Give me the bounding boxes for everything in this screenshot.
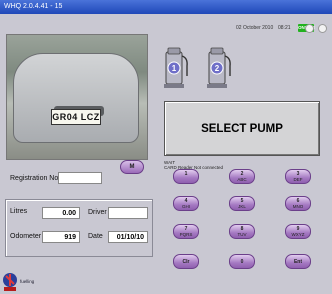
status-indicator-2 (318, 24, 327, 33)
m-button[interactable]: M (120, 160, 144, 174)
key-letters: ABC (237, 177, 247, 182)
key-letters: JKL (238, 204, 246, 209)
keypad-clear-button[interactable]: Clr (173, 254, 199, 269)
pump-message-display: SELECT PUMP (164, 101, 320, 156)
keypad-key-8[interactable]: 8 TUV (229, 224, 255, 239)
date-field[interactable]: 01/10/10 (108, 231, 148, 243)
fuel-pump-icon: 2 (207, 47, 231, 88)
keypad-enter-button[interactable]: Ent (285, 254, 311, 269)
key-letters: DEF (293, 177, 303, 182)
main-panel: 02 October 2010 08:21 ONLINE GR04 LCZ 1 … (0, 14, 332, 291)
car-image (13, 53, 139, 143)
key-letters: MNO (292, 204, 304, 209)
logo-icon (2, 272, 18, 292)
key-letters: WXYZ (291, 232, 305, 237)
registration-label: Registration No (10, 175, 59, 182)
time-display: 08:21 (278, 25, 291, 31)
title-bar: WHQ 2.0.4.41 - 15 (0, 0, 332, 14)
keypad-key-0[interactable]: 0 (229, 254, 255, 269)
pump-1-button[interactable]: 1 (160, 46, 190, 90)
key-number: Ent (293, 259, 303, 265)
odometer-field[interactable]: 919 (42, 231, 80, 243)
pump-1-number: 1 (172, 64, 177, 73)
date-label: Date (88, 233, 103, 240)
odometer-label: Odometer (10, 233, 42, 240)
pump-2-number: 2 (215, 64, 220, 73)
keypad-key-2[interactable]: 2 ABC (229, 169, 255, 184)
driver-field[interactable] (108, 207, 148, 219)
window-title: WHQ 2.0.4.41 - 15 (4, 3, 63, 10)
key-number: Clr (182, 259, 190, 265)
keypad-key-4[interactable]: 4 GHI (173, 196, 199, 211)
keypad-key-1[interactable]: 1 (173, 169, 199, 184)
key-number: 0 (240, 259, 244, 265)
camera-view: GR04 LCZ (6, 34, 148, 160)
litres-label: Litres (10, 208, 28, 215)
key-letters: PQRS (179, 232, 193, 237)
status-indicator-1 (305, 24, 314, 33)
number-plate: GR04 LCZ (51, 109, 101, 125)
registration-field[interactable] (58, 172, 102, 184)
keypad-key-9[interactable]: 9 WXYZ (285, 224, 311, 239)
key-letters: TUV (237, 232, 247, 237)
fuel-pump-icon: 1 (164, 47, 188, 88)
key-letters: GHI (181, 204, 190, 209)
keypad-key-5[interactable]: 5 JKL (229, 196, 255, 211)
litres-field[interactable]: 0.00 (42, 207, 80, 219)
keypad-key-7[interactable]: 7 PQRS (173, 224, 199, 239)
pump-2-button[interactable]: 2 (203, 46, 233, 90)
driver-label: Driver (88, 209, 107, 216)
key-number: 1 (184, 171, 188, 177)
keypad-key-6[interactable]: 6 MNO (285, 196, 311, 211)
keypad-key-3[interactable]: 3 DEF (285, 169, 311, 184)
date-display: 02 October 2010 (236, 25, 274, 31)
